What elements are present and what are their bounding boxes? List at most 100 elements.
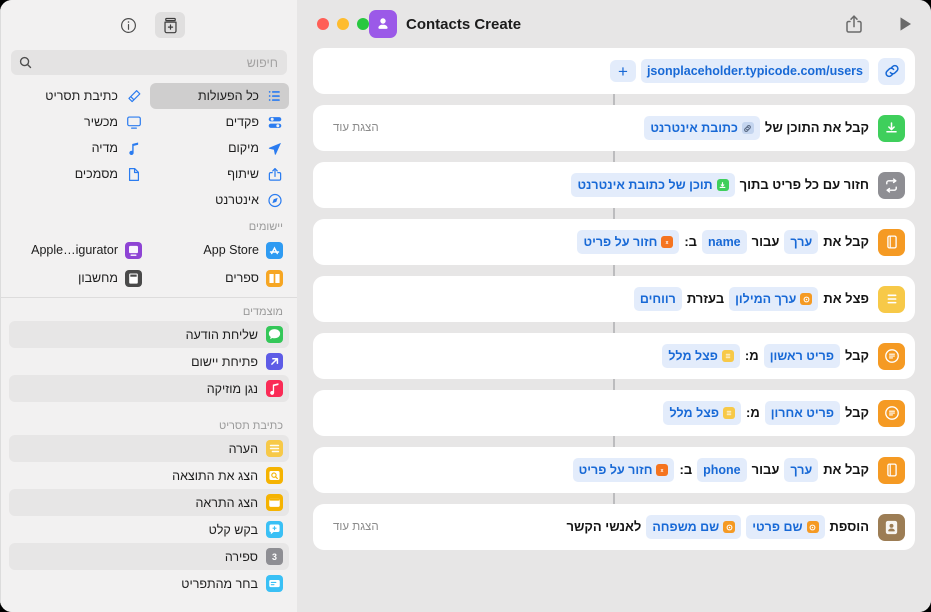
action-token-label: כתובת אינטרנט [650, 121, 738, 135]
sidebar-scripting-item-label: הערה [228, 441, 258, 456]
action-token[interactable]: פריט ראשון [763, 344, 840, 368]
action-body: חזור עם כל פריט בתוך תוכן של כתובת אינטרנ… [327, 173, 869, 197]
action-connector [613, 436, 615, 447]
zoom-button[interactable] [357, 18, 369, 30]
action-text: קבל [845, 405, 869, 420]
share-icon[interactable] [845, 14, 863, 34]
action-token[interactable]: x חזור על פריט [572, 458, 675, 482]
add-variable-button[interactable]: + [609, 60, 636, 82]
sidebar-category-6[interactable]: שיתוף [150, 161, 289, 187]
action-token[interactable]: ערך [784, 458, 819, 482]
add-shortcut-button[interactable] [155, 12, 185, 38]
action-token[interactable]: jsonplaceholder.typicode.com/users [640, 59, 869, 83]
music-icon [266, 380, 283, 397]
sidebar-category-2[interactable]: פקדים [150, 109, 289, 135]
sidebar-app-3[interactable]: מחשבון [9, 264, 148, 292]
script-icon [125, 88, 142, 104]
action-card-get-value-name[interactable]: קבל את ערך עבור name ב: x חזור על פריט [313, 219, 915, 265]
workflow-canvas[interactable]: jsonplaceholder.typicode.com/users + קבל א… [297, 48, 931, 612]
action-card-repeat[interactable]: חזור עם כל פריט בתוך תוכן של כתובת אינטרנ… [313, 162, 915, 208]
show-more-link[interactable]: הצגת עוד [327, 517, 379, 537]
sidebar-category-4[interactable]: מיקום [150, 135, 289, 161]
action-token[interactable]: שם פרטי [746, 515, 825, 539]
action-token[interactable]: פצל מלל [663, 401, 741, 425]
sidebar-scripting-item-1[interactable]: הצג את התוצאה [9, 462, 289, 489]
download-chip-icon [716, 179, 729, 191]
sidebar-category-0[interactable]: כל הפעולות [150, 83, 289, 109]
minimize-button[interactable] [337, 18, 349, 30]
action-text: ב: [679, 462, 693, 477]
action-text: מ: [745, 405, 760, 420]
action-card-split-text[interactable]: פצל את ערך המילון בעזרת רווחים [313, 276, 915, 322]
show-more-link[interactable]: הצגת עוד [327, 118, 379, 138]
action-card-get-contents[interactable]: קבל את התוכן של כתובת אינטרנט הצגת עוד [313, 105, 915, 151]
action-body: קבל פריט ראשון מ: פצל מלל [327, 344, 869, 368]
split-chip-icon [721, 350, 734, 362]
sidebar-category-3[interactable]: מכשיר [9, 109, 148, 135]
action-token[interactable]: שם משפחה [646, 515, 742, 539]
action-text: הוספת [829, 519, 869, 534]
action-card-add-contact[interactable]: הוספת שם פרטי שם משפחה לאנשי הקשר הצגת עוד [313, 504, 915, 550]
sidebar-category-7[interactable]: מסמכים [9, 161, 148, 187]
action-token-label: ערך [790, 235, 813, 249]
action-token-label: פריט אחרון [770, 406, 834, 420]
action-token[interactable]: רווחים [633, 287, 682, 311]
action-card-get-first-item[interactable]: קבל פריט ראשון מ: פצל מלל [313, 333, 915, 379]
action-token[interactable]: פריט אחרון [764, 401, 840, 425]
action-token-label: רווחים [639, 292, 676, 306]
action-token[interactable]: ערך [784, 230, 819, 254]
action-connector [613, 379, 615, 390]
action-card-url[interactable]: jsonplaceholder.typicode.com/users + [313, 48, 915, 94]
sidebar-category-label: פקדים [225, 115, 259, 129]
sidebar-scripting-item-2[interactable]: הצג התראה [9, 489, 289, 516]
sidebar-app-label: ספרים [225, 271, 259, 285]
sidebar-category-8[interactable]: אינטרנט [150, 187, 289, 213]
sidebar-scripting-item-label: בקש קלט [208, 522, 258, 537]
scripting-section-title: כתיבת תסריט [219, 420, 283, 432]
sidebar-scripting-item-3[interactable]: בקש קלט [9, 516, 289, 543]
run-icon[interactable] [899, 16, 913, 32]
sidebar-scripting-item-0[interactable]: הערה [9, 435, 289, 462]
svg-text:x: x [661, 468, 664, 474]
info-icon[interactable] [113, 12, 143, 38]
action-text: עבור [751, 462, 780, 477]
action-token[interactable]: כתובת אינטרנט [644, 116, 760, 140]
action-body: הוספת שם פרטי שם משפחה לאנשי הקשר הצגת עוד [327, 515, 869, 539]
apps-grid: App Store Apple…igurator ספרים מחשבון [1, 236, 297, 292]
action-token[interactable]: תוכן של כתובת אינטרנט [571, 173, 735, 197]
action-token[interactable]: ערך המילון [729, 287, 819, 311]
action-body: jsonplaceholder.typicode.com/users + [327, 59, 869, 83]
sidebar-suggested-item-label: פתיחת יישום [191, 354, 258, 369]
close-button[interactable] [317, 18, 329, 30]
action-token[interactable]: פצל מלל [662, 344, 740, 368]
search-input[interactable]: חיפוש [11, 50, 287, 75]
repeat-chip-icon: x [656, 464, 669, 476]
sidebar-category-label: מדיה [91, 141, 118, 155]
action-token[interactable]: phone [697, 458, 747, 482]
person-icon[interactable] [369, 10, 397, 38]
sidebar-app-0[interactable]: App Store [150, 236, 289, 264]
sidebar-app-2[interactable]: ספרים [150, 264, 289, 292]
sidebar-suggested-item-2[interactable]: נגן מוזיקה [9, 375, 289, 402]
workflow-title-group: Contacts Create [369, 10, 521, 38]
sidebar-scripting-item-4[interactable]: 3 ספירה [9, 543, 289, 570]
safari-compass-icon [266, 192, 283, 208]
category-grid: כל הפעולות כתיבת תסריט פקדים מכשיר מיקום מדיה… [1, 83, 297, 213]
action-token[interactable]: x חזור על פריט [577, 230, 680, 254]
action-card-get-value-phone[interactable]: קבל את ערך עבור phone ב: x חזור על פריט [313, 447, 915, 493]
sidebar-suggested-item-1[interactable]: פתיחת יישום [9, 348, 289, 375]
sidebar-suggested-item-0[interactable]: שליחת הודעה [9, 321, 289, 348]
shortcuts-window: Contacts Create jsonplaceholder.typicode… [0, 0, 931, 612]
action-text: קבל את [823, 462, 869, 477]
sidebar-category-5[interactable]: מדיה [9, 135, 148, 161]
sidebar-scripting-item-5[interactable]: בחר מהתפריט [9, 570, 289, 597]
link-chip-icon [741, 122, 754, 134]
search-icon [19, 56, 32, 69]
action-token[interactable]: name [701, 230, 747, 254]
svg-text:3: 3 [272, 552, 277, 562]
action-token-label: שם פרטי [752, 520, 803, 534]
sidebar-category-1[interactable]: כתיבת תסריט [9, 83, 148, 109]
action-text: בעזרת [686, 291, 725, 306]
sidebar-app-1[interactable]: Apple…igurator [9, 236, 148, 264]
action-card-get-last-item[interactable]: קבל פריט אחרון מ: פצל מלל [313, 390, 915, 436]
